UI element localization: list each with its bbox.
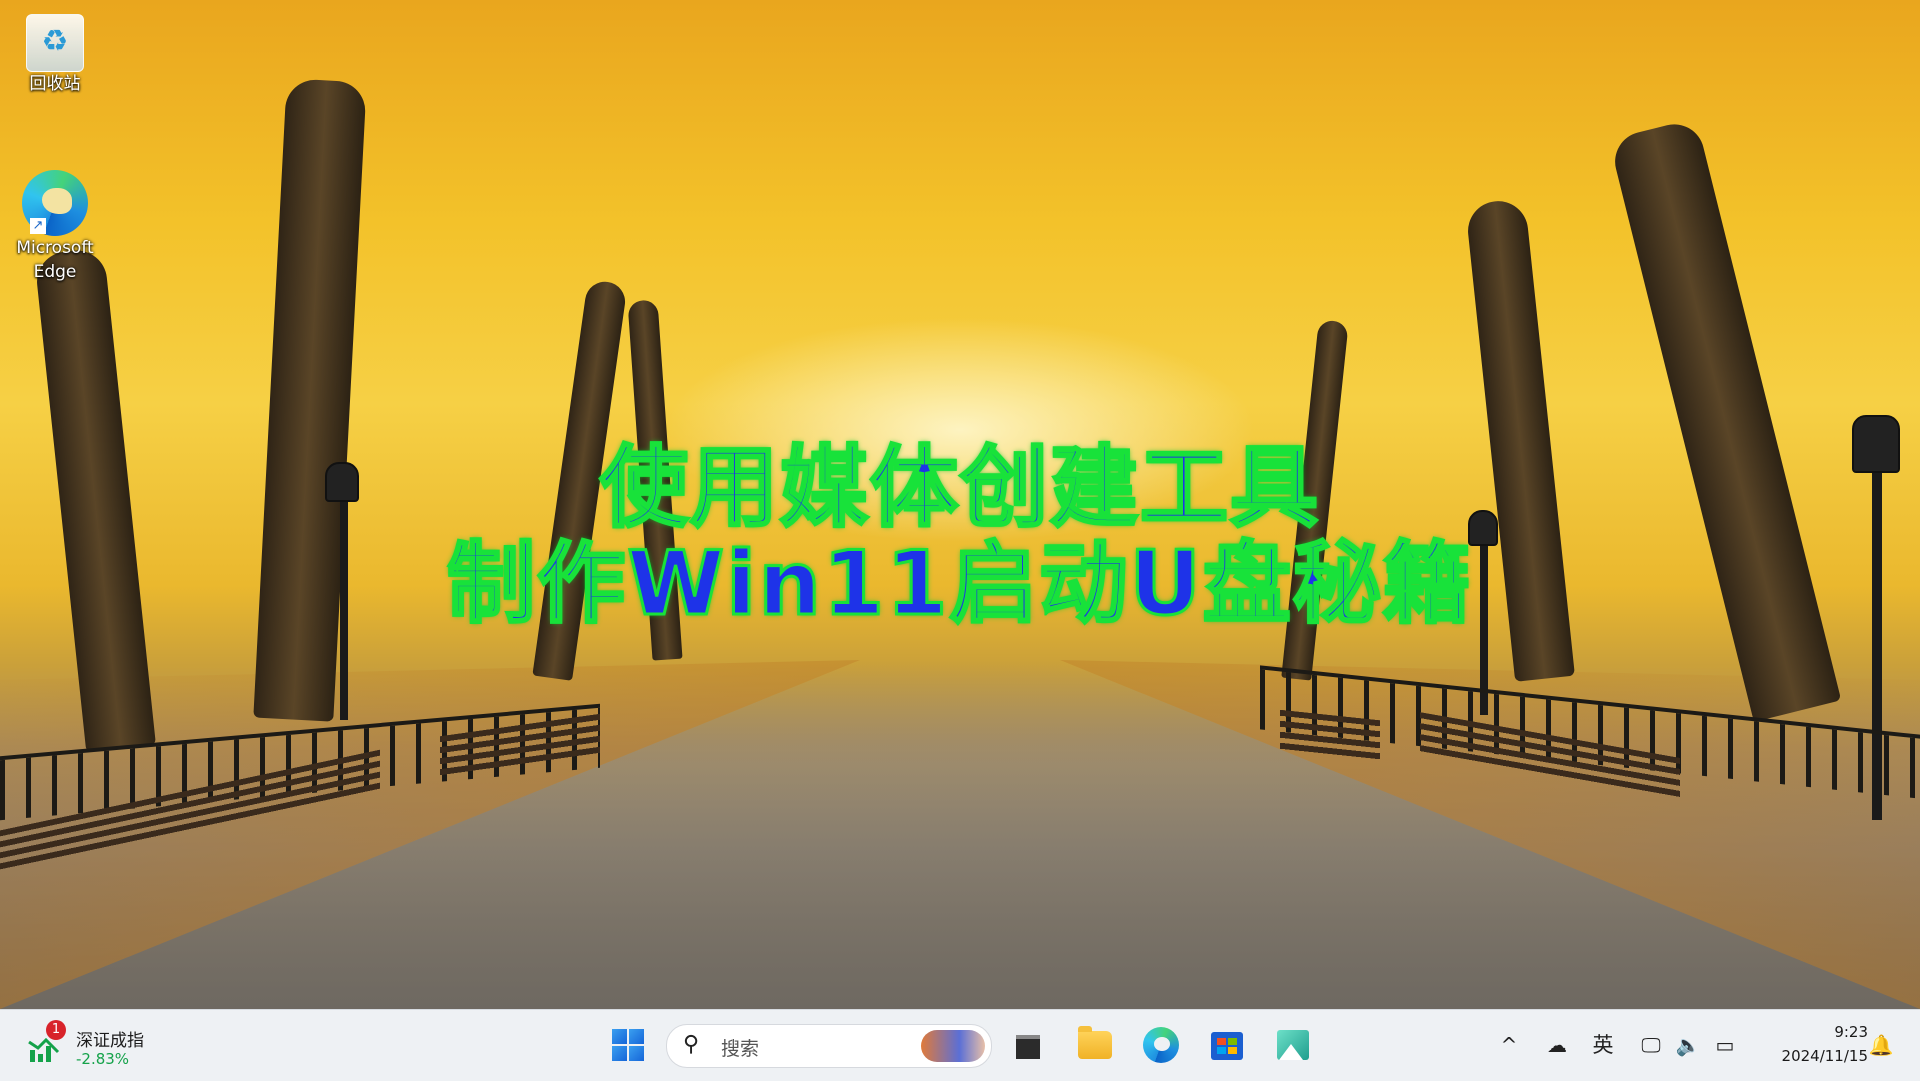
overlay-title: 使用媒体创建工具 制作Win11启动U盘秘籍 [0, 436, 1920, 635]
search-icon: ⚲ [683, 1032, 700, 1057]
desktop-icon-edge[interactable]: ↗ Microsoft Edge [10, 170, 100, 284]
overlay-title-line1: 使用媒体创建工具 [598, 436, 1320, 539]
shortcut-arrow-icon: ↗ [30, 218, 46, 234]
battery-icon[interactable]: ▭ [1710, 1030, 1740, 1060]
photos-icon [1277, 1030, 1309, 1060]
start-button[interactable] [606, 1023, 650, 1067]
input-method-indicator[interactable]: 英 [1588, 1030, 1618, 1060]
stock-widget[interactable]: 1 深证成指 -2.83% [24, 1020, 184, 1072]
task-view-icon [1016, 1035, 1040, 1059]
notification-badge: 1 [46, 1020, 66, 1040]
desktop-icon-label: Microsoft Edge [16, 238, 94, 282]
search-highlight-icon [921, 1030, 985, 1062]
stock-change: -2.83% [76, 1050, 130, 1068]
overlay-title-line2: 制作Win11启动U盘秘籍 [446, 532, 1473, 635]
edge-taskbar-button[interactable] [1139, 1023, 1183, 1067]
taskbar-clock[interactable]: 9:23 2024/11/15 [1758, 1020, 1868, 1068]
clock-date: 2024/11/15 [1781, 1047, 1868, 1065]
desktop-icon-label: 回收站 [29, 74, 81, 94]
stock-name: 深证成指 [76, 1031, 144, 1051]
start-icon [612, 1029, 644, 1061]
file-explorer-icon [1078, 1026, 1112, 1059]
network-icon[interactable]: 🖵 [1636, 1030, 1666, 1060]
store-icon [1211, 1032, 1243, 1060]
desktop-icon-recycle-bin[interactable]: ♻ 回收站 [10, 14, 100, 96]
volume-icon[interactable]: 🔈 [1673, 1030, 1703, 1060]
notification-bell-icon[interactable]: 🔔 [1866, 1030, 1896, 1060]
search-placeholder: 搜索 [721, 1038, 760, 1060]
desktop-wallpaper: ♻ 回收站 ↗ Microsoft Edge 使用媒体创建工具 制作Win11启… [0, 0, 1920, 1009]
clock-time: 9:23 [1834, 1023, 1868, 1041]
edge-icon [1143, 1027, 1179, 1063]
store-button[interactable] [1205, 1023, 1249, 1067]
show-hidden-icons-chevron-icon[interactable]: ^ [1494, 1030, 1524, 1060]
photos-button[interactable] [1271, 1023, 1315, 1067]
file-explorer-button[interactable] [1073, 1023, 1117, 1067]
task-view-button[interactable] [1006, 1023, 1050, 1067]
edge-icon: ↗ [22, 170, 88, 236]
taskbar: 1 深证成指 -2.83% ⚲ 搜索 ^ ☁ 英 🖵 🔈 ▭ 9:23 2024… [0, 1009, 1920, 1081]
onedrive-offline-icon[interactable]: ☁ [1542, 1030, 1572, 1060]
taskbar-search[interactable]: ⚲ 搜索 [666, 1024, 992, 1068]
recycle-bin-icon: ♻ [26, 14, 84, 72]
